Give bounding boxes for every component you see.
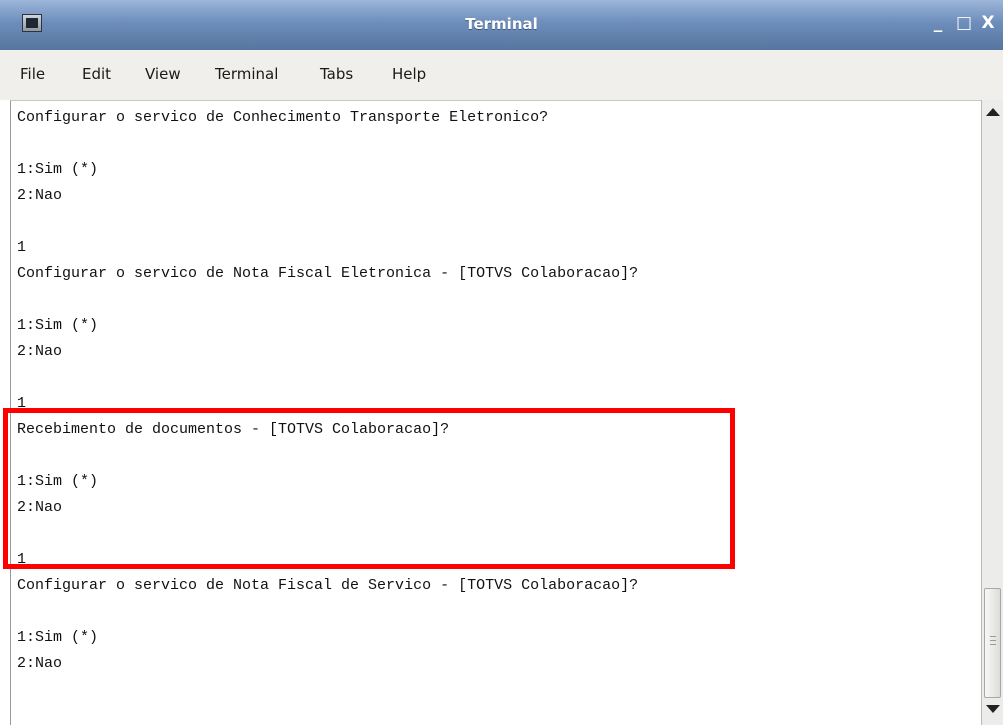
terminal-line: 1:Sim (*) [17,161,99,178]
terminal-line: 1:Sim (*) [17,317,99,334]
terminal-lines: Configurar o servico de Conhecimento Tra… [17,105,638,677]
menu-help[interactable]: Help [392,65,426,83]
scroll-thumb[interactable] [984,588,1001,698]
terminal-line: 2:Nao [17,655,63,672]
window-title: Terminal [465,15,538,33]
maximize-button[interactable]: □ [955,13,973,33]
grip-line [990,644,996,645]
terminal-line: Configurar o servico de Nota Fiscal Elet… [17,265,639,282]
menu-terminal[interactable]: Terminal [215,65,278,83]
menu-edit[interactable]: Edit [82,65,111,83]
menu-tabs[interactable]: Tabs [320,65,353,83]
terminal-line: 1 [17,239,27,256]
menu-bar: File Edit View Terminal Tabs Help [0,50,1003,100]
vertical-scrollbar[interactable] [981,100,1003,725]
arrow-down-icon[interactable] [986,705,1000,713]
terminal-line: 2:Nao [17,187,63,204]
arrow-up-icon[interactable] [986,108,1000,116]
terminal-line: Configurar o servico de Nota Fiscal de S… [17,577,639,594]
terminal-line: Configurar o servico de Conhecimento Tra… [17,109,549,126]
terminal-window: Terminal _ □ X File Edit View Terminal T… [0,0,1003,725]
menu-view[interactable]: View [145,65,181,83]
grip-line [990,640,996,641]
highlight-box [3,408,735,569]
close-button[interactable]: X [979,13,997,33]
menu-file[interactable]: File [20,65,45,83]
title-bar[interactable]: Terminal _ □ X [0,0,1003,51]
minimize-button[interactable]: _ [929,13,947,33]
terminal-line: 1:Sim (*) [17,629,99,646]
grip-line [990,636,996,637]
terminal-line: 2:Nao [17,343,63,360]
